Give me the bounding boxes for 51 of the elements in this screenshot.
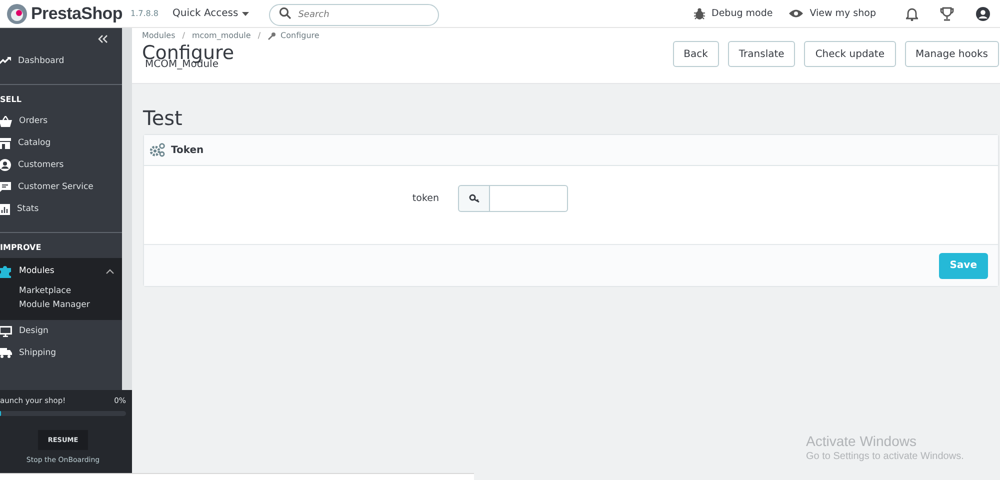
basket-icon [0, 116, 12, 126]
sidebar-item[interactable]: Design [0, 320, 122, 342]
logo-icon [6, 2, 28, 24]
view-shop-link[interactable]: View my shop [788, 8, 876, 19]
sidebar-item[interactable]: Dashboard [0, 50, 122, 72]
toolbar-button[interactable]: Translate [728, 41, 796, 67]
caret-icon [242, 12, 250, 16]
puzzle-icon [0, 264, 12, 278]
debug-mode-link[interactable]: Debug mode [694, 8, 773, 20]
sidebar-item[interactable]: Customers [0, 154, 122, 176]
breadcrumb-separator: / [258, 31, 261, 40]
activation-message: Go to Settings to activate Windows. [806, 451, 964, 462]
field-label: token [411, 193, 439, 204]
breadcrumb-separator: / [182, 31, 185, 40]
search-icon [279, 6, 292, 18]
bug-icon [694, 8, 705, 20]
quick-access-menu[interactable]: Quick Access [172, 8, 250, 19]
eye-icon [788, 9, 803, 18]
sidebar-item[interactable]: Customer Service [0, 176, 122, 198]
submenu-item[interactable]: Module Manager [19, 300, 122, 310]
section-title: Test [143, 106, 184, 130]
sidebar-item[interactable]: Shipping [0, 342, 122, 364]
sidebar-item[interactable]: Stats [0, 198, 122, 220]
toolbar-button[interactable]: Manage hooks [904, 41, 999, 67]
breadcrumb-link[interactable]: mcom_module [192, 31, 251, 40]
submenu-item[interactable]: Marketplace [19, 286, 122, 296]
bell-icon[interactable] [906, 6, 918, 20]
sidebar-item[interactable]: Catalog [0, 132, 122, 154]
activation-title: Activate Windows [806, 433, 918, 449]
key-icon [468, 194, 480, 203]
logo-text: PrestaShop [31, 4, 122, 24]
breadcrumb-link[interactable]: Configure [280, 31, 320, 40]
breadcrumb-link[interactable]: Modules [142, 31, 176, 40]
search-field[interactable]: Search [269, 4, 440, 26]
gears-icon [150, 143, 165, 157]
trend-icon [0, 57, 11, 65]
toolbar-button[interactable]: Back [672, 41, 719, 67]
token-field[interactable] [490, 185, 568, 212]
panel-title: Token [171, 144, 204, 156]
version-label: 1.7.8.8 [130, 9, 158, 18]
truck-icon [0, 348, 12, 358]
section-heading: SELL [0, 94, 22, 106]
trophy-icon[interactable] [940, 6, 954, 20]
monitor-icon [0, 326, 12, 336]
user-icon[interactable] [976, 6, 990, 20]
scrollbar[interactable] [122, 28, 132, 390]
toolbar-button[interactable]: Check update [804, 41, 896, 67]
sidebar-item[interactable]: Modules [0, 258, 122, 284]
section-heading: IMPROVE [0, 242, 42, 254]
sidebar-item[interactable]: Orders [0, 110, 122, 132]
collapse-icon[interactable] [98, 35, 108, 43]
